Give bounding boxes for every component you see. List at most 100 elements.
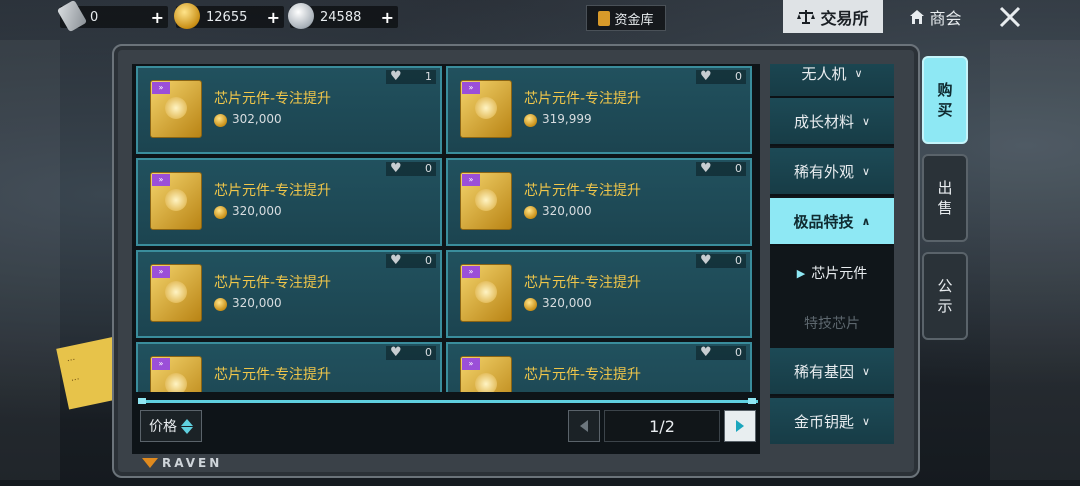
- subcategory-skill-chip[interactable]: 特技芯片: [770, 298, 894, 348]
- top-bar: 0 + 12655 + 24588 + 资金库 交易所 商会: [0, 0, 1080, 36]
- tab-exchange[interactable]: 交易所: [783, 0, 883, 33]
- gold-coin-icon: [524, 114, 537, 127]
- like-count: 0: [425, 254, 432, 267]
- category-drone[interactable]: 无人机 ∨: [770, 64, 894, 98]
- scale-icon: [797, 9, 816, 24]
- tab-sell-char: 售: [937, 199, 953, 217]
- add-ticket-button[interactable]: +: [151, 8, 164, 27]
- heart-icon: ♥: [700, 345, 712, 360]
- tab-guild-shop[interactable]: 商会: [896, 0, 976, 33]
- chevron-down-icon: ∨: [861, 414, 871, 428]
- chip-badge-icon: »: [462, 174, 480, 186]
- item-card[interactable]: » 芯片元件-专注提升 319,999 ♥ 0: [446, 66, 752, 154]
- scroll-end-marker: [748, 398, 756, 404]
- like-box[interactable]: ♥ 0: [386, 254, 436, 268]
- tab-guild-shop-label: 商会: [929, 8, 962, 28]
- close-icon: [999, 6, 1021, 28]
- heart-icon: ♥: [390, 161, 402, 176]
- item-card[interactable]: » 芯片元件-专注提升 320,000 ♥ 0: [446, 250, 752, 338]
- next-page-button[interactable]: [724, 410, 756, 442]
- raven-logo-icon: [142, 458, 158, 468]
- like-count: 0: [735, 346, 742, 359]
- item-price: 320,000: [542, 204, 592, 218]
- gold-coin-icon: [214, 206, 227, 219]
- like-box[interactable]: ♥ 0: [696, 254, 746, 268]
- like-count: 0: [425, 346, 432, 359]
- home-icon: [910, 9, 925, 24]
- fund-vault-button[interactable]: 资金库: [586, 5, 666, 31]
- heart-icon: ♥: [390, 69, 402, 84]
- like-box[interactable]: ♥ 0: [386, 346, 436, 360]
- chip-badge-icon: »: [152, 82, 170, 94]
- fund-vault-label: 资金库: [614, 12, 654, 28]
- chevron-down-icon: ∨: [861, 164, 871, 178]
- chip-badge-icon: »: [462, 82, 480, 94]
- currency-silver: 24588 +: [288, 3, 398, 29]
- tab-sell[interactable]: 出 售: [922, 154, 968, 242]
- heart-icon: ♥: [700, 253, 712, 268]
- tab-notice[interactable]: 公 示: [922, 252, 968, 340]
- category-label: 极品特技: [793, 212, 854, 231]
- item-price: 320,000: [232, 296, 282, 310]
- gold-coin-icon: [524, 206, 537, 219]
- currency-value: 0: [90, 9, 99, 25]
- sort-by-price-button[interactable]: 价格: [140, 410, 202, 442]
- like-box[interactable]: ♥ 0: [696, 70, 746, 84]
- category-rare-gene[interactable]: 稀有基因 ∨: [770, 348, 894, 396]
- item-price: 302,000: [232, 112, 282, 126]
- arrow-left-icon: [580, 420, 588, 432]
- like-box[interactable]: ♥ 0: [386, 162, 436, 176]
- like-box[interactable]: ♥ 0: [696, 162, 746, 176]
- like-count: 0: [735, 254, 742, 267]
- item-card[interactable]: » 芯片元件-专注提升 ♥ 0: [446, 342, 752, 392]
- chevron-down-icon: ∨: [861, 364, 871, 378]
- like-count: 0: [735, 70, 742, 83]
- category-growth-materials[interactable]: 成长材料 ∨: [770, 98, 894, 146]
- brand-label: RAVEN: [162, 456, 223, 470]
- horizontal-scrollbar[interactable]: [138, 400, 758, 403]
- item-name: 芯片元件-专注提升: [524, 91, 642, 107]
- close-button[interactable]: [992, 2, 1028, 32]
- like-box[interactable]: ♥ 1: [386, 70, 436, 84]
- chevron-down-icon: ∨: [854, 66, 863, 80]
- tab-buy[interactable]: 购 买: [922, 56, 968, 144]
- scroll-start-marker: [138, 398, 146, 404]
- prev-page-button[interactable]: [568, 410, 600, 442]
- category-label: 成长材料: [793, 112, 854, 131]
- item-card[interactable]: » 芯片元件-专注提升 302,000 ♥ 1: [136, 66, 442, 154]
- item-grid[interactable]: » 芯片元件-专注提升 302,000 ♥ 1 » 芯片元件-专注提升 319,…: [136, 66, 756, 392]
- gold-coin-icon: [524, 298, 537, 311]
- bg-wall: [990, 40, 1080, 480]
- item-card[interactable]: » 芯片元件-专注提升 ♥ 0: [136, 342, 442, 392]
- chip-badge-icon: »: [152, 358, 170, 370]
- chevron-up-icon: ∧: [861, 214, 871, 228]
- tab-buy-char: 买: [937, 101, 953, 119]
- item-name: 芯片元件-专注提升: [524, 275, 642, 291]
- add-gold-button[interactable]: +: [267, 8, 280, 27]
- selected-arrow-icon: ▶: [796, 266, 806, 280]
- item-card[interactable]: » 芯片元件-专注提升 320,000 ♥ 0: [136, 158, 442, 246]
- chip-badge-icon: »: [462, 358, 480, 370]
- item-card[interactable]: » 芯片元件-专注提升 320,000 ♥ 0: [446, 158, 752, 246]
- tab-notice-char: 公: [937, 277, 953, 295]
- chip-badge-icon: »: [462, 266, 480, 278]
- like-count: 0: [425, 162, 432, 175]
- item-name: 芯片元件-专注提升: [524, 367, 642, 383]
- like-box[interactable]: ♥ 0: [696, 346, 746, 360]
- heart-icon: ♥: [390, 345, 402, 360]
- currency-gold: 12655 +: [174, 3, 284, 29]
- tab-sell-char: 出: [937, 179, 953, 197]
- chevron-down-icon: ∨: [861, 114, 871, 128]
- category-gold-key[interactable]: 金币钥匙 ∨: [770, 398, 894, 444]
- gold-coin-icon: [214, 114, 227, 127]
- subcategory-label: 特技芯片: [804, 316, 860, 332]
- pagination: 1/2: [568, 410, 756, 442]
- tab-notice-char: 示: [937, 297, 953, 315]
- arrow-right-icon: [736, 420, 744, 432]
- item-price: 319,999: [542, 112, 592, 126]
- category-premium-skill[interactable]: 极品特技 ∧: [770, 198, 894, 246]
- item-card[interactable]: » 芯片元件-专注提升 320,000 ♥ 0: [136, 250, 442, 338]
- subcategory-chip-component[interactable]: ▶ 芯片元件: [770, 248, 894, 298]
- category-rare-skin[interactable]: 稀有外观 ∨: [770, 148, 894, 196]
- add-silver-button[interactable]: +: [381, 8, 394, 27]
